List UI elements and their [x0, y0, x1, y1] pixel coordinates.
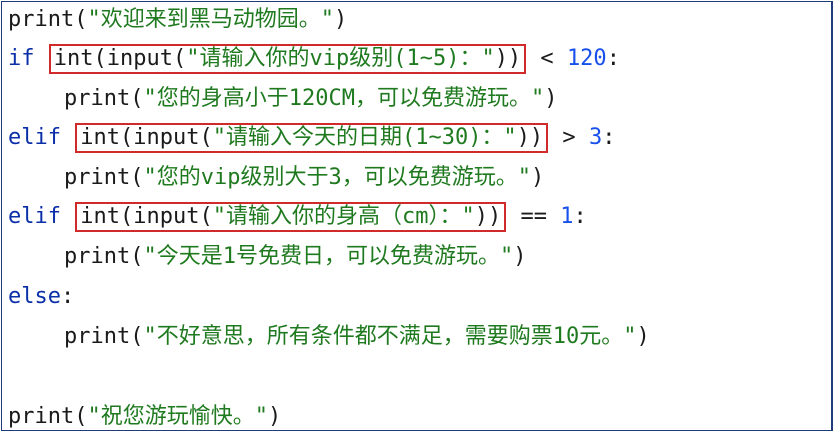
- paren-open: (: [130, 165, 144, 190]
- string-literal: "请输入你的身高（cm）：": [212, 204, 475, 229]
- colon: :: [60, 284, 75, 309]
- paren-open: (: [119, 204, 134, 229]
- code-line-4: elif int(input("请输入今天的日期(1~30)：")) > 3:: [8, 122, 615, 154]
- elif-keyword: elif: [8, 125, 61, 150]
- paren-close: ): [333, 7, 348, 32]
- paren-close: ): [544, 86, 558, 111]
- input-call: input: [133, 204, 200, 229]
- paren-open: (: [172, 46, 187, 71]
- int-call: int: [80, 204, 120, 229]
- code-line-11: print("祝您游玩愉快。"): [8, 401, 281, 433]
- paren-close: )): [494, 46, 522, 71]
- comparison-operator: >: [549, 125, 589, 150]
- print-call: print: [64, 244, 131, 269]
- code-editor: print("欢迎来到黑马动物园。") if int(input("请输入你的v…: [8, 2, 831, 430]
- code-line-5: print("您的vip级别大于3，可以免费游玩。"): [64, 162, 544, 194]
- if-keyword: if: [8, 46, 35, 71]
- paren-close: ): [513, 244, 527, 269]
- int-call: int: [80, 125, 120, 150]
- highlighted-condition-box: int(input("请输入你的vip级别(1~5)：")): [48, 44, 527, 74]
- paren-open: (: [130, 324, 144, 349]
- code-line-9: print("不好意思，所有条件都不满足，需要购票10元。"): [64, 321, 650, 353]
- int-call: int: [53, 46, 94, 71]
- string-literal: "请输入今天的日期(1~30)：": [212, 125, 517, 150]
- string-literal: "您的身高小于120CM，可以免费游玩。": [143, 86, 545, 111]
- paren-close: )): [516, 125, 544, 150]
- print-call: print: [64, 165, 131, 190]
- colon: :: [602, 125, 616, 150]
- elif-keyword: elif: [8, 204, 61, 229]
- code-line-7: print("今天是1号免费日，可以免费游玩。"): [64, 241, 526, 273]
- code-line-3: print("您的身高小于120CM，可以免费游玩。"): [64, 83, 557, 115]
- else-keyword: else: [8, 284, 61, 309]
- string-literal: "您的vip级别大于3，可以免费游玩。": [143, 165, 531, 190]
- print-call: print: [8, 404, 75, 429]
- input-call: input: [106, 46, 173, 71]
- paren-close: )): [474, 204, 502, 229]
- paren-open: (: [199, 125, 213, 150]
- code-line-6: elif int(input("请输入你的身高（cm）：")) == 1:: [8, 201, 587, 233]
- comparison-operator: <: [527, 46, 567, 71]
- string-literal: "今天是1号免费日，可以免费游玩。": [143, 244, 514, 269]
- highlighted-condition-box: int(input("请输入今天的日期(1~30)：")): [75, 123, 549, 153]
- paren-open: (: [74, 7, 88, 32]
- code-screenshot-frame: print("欢迎来到黑马动物园。") if int(input("请输入你的v…: [1, 1, 833, 431]
- code-line-2: if int(input("请输入你的vip级别(1~5)：")) < 120:: [8, 43, 620, 75]
- comparison-operator: ==: [507, 204, 561, 229]
- print-call: print: [8, 7, 75, 32]
- paren-close: ): [530, 165, 545, 190]
- paren-close: ): [267, 404, 282, 429]
- string-literal: "不好意思，所有条件都不满足，需要购票10元。": [143, 324, 637, 349]
- colon: :: [573, 204, 587, 229]
- paren-open: (: [130, 244, 144, 269]
- number-literal: 3: [588, 125, 603, 150]
- paren-open: (: [93, 46, 107, 71]
- paren-open: (: [119, 125, 134, 150]
- paren-open: (: [130, 86, 144, 111]
- paren-close: ): [636, 324, 650, 349]
- string-literal: "祝您游玩愉快。": [87, 404, 268, 429]
- string-literal: "请输入你的vip级别(1~5)：": [186, 46, 495, 71]
- colon: :: [606, 46, 620, 71]
- code-line-1: print("欢迎来到黑马动物园。"): [8, 4, 347, 36]
- paren-open: (: [199, 204, 213, 229]
- paren-open: (: [74, 404, 88, 429]
- print-call: print: [64, 86, 131, 111]
- code-line-8: else:: [8, 281, 74, 313]
- input-call: input: [133, 125, 200, 150]
- number-literal: 120: [566, 46, 607, 71]
- highlighted-condition-box: int(input("请输入你的身高（cm）：")): [75, 202, 507, 232]
- string-literal: "欢迎来到黑马动物园。": [87, 7, 334, 32]
- print-call: print: [64, 324, 131, 349]
- number-literal: 1: [560, 204, 574, 229]
